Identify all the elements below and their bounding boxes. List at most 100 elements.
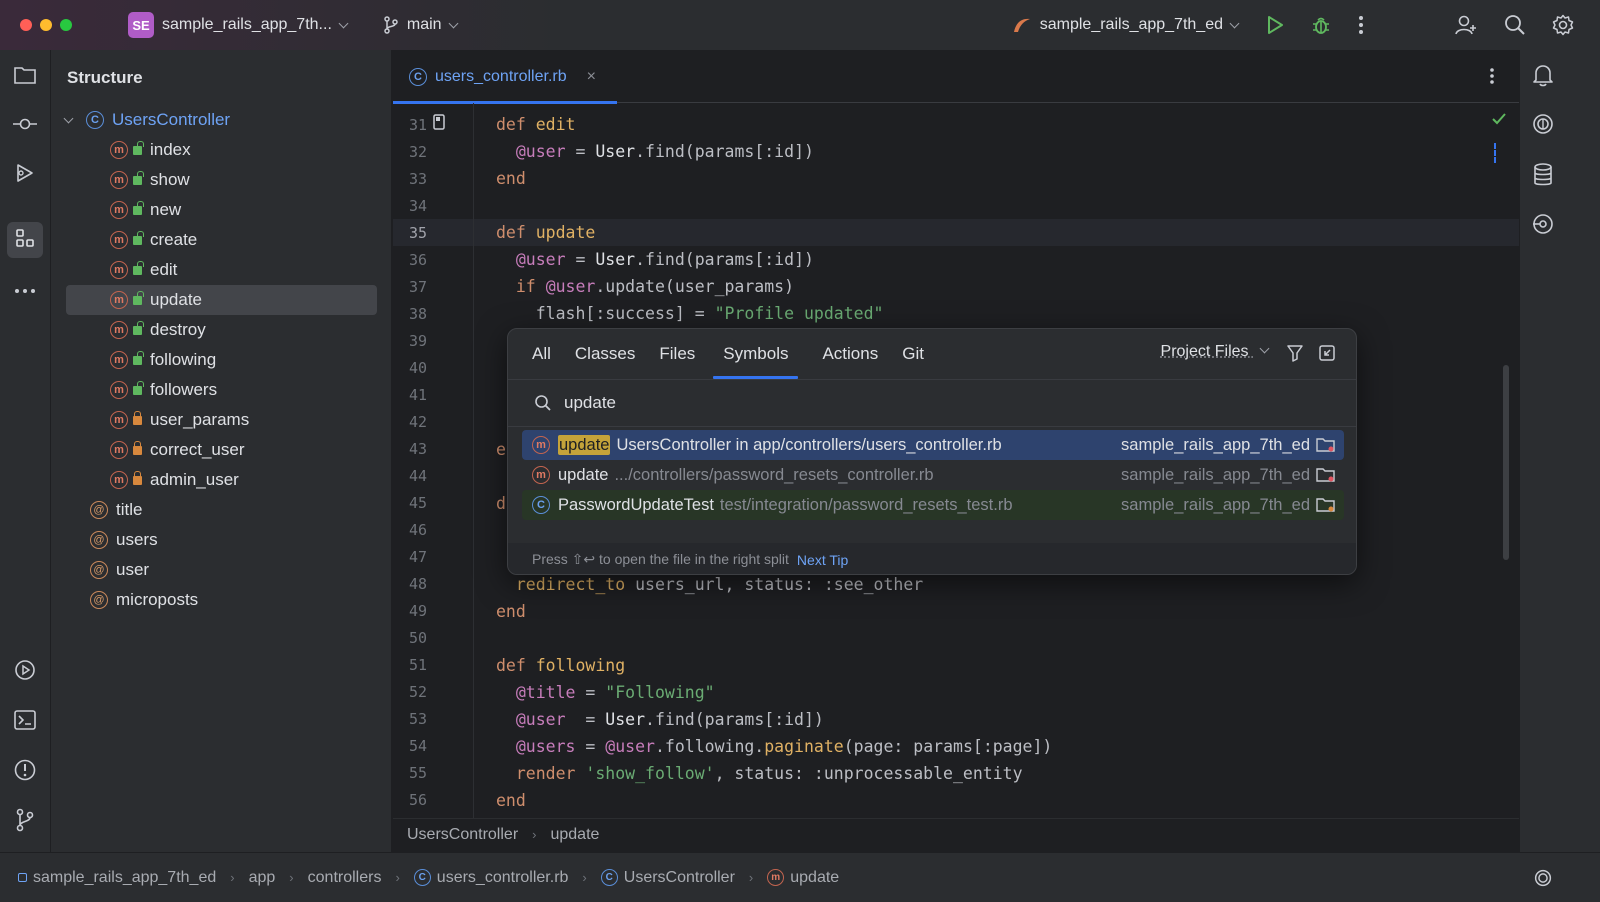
- gear-icon[interactable]: [1552, 14, 1574, 36]
- problems-tool-button[interactable]: [7, 754, 43, 790]
- structure-item-new[interactable]: m new: [110, 195, 181, 225]
- tab-classes[interactable]: Classes: [575, 329, 635, 379]
- add-user-icon[interactable]: [1454, 13, 1478, 37]
- tab-label: users_controller.rb: [435, 67, 567, 85]
- pull-requests-tool-button[interactable]: [7, 157, 43, 193]
- code-line-35: def update: [496, 223, 596, 242]
- line-number: 51: [408, 656, 427, 674]
- more-horizontal-icon: [14, 281, 36, 299]
- result-project: sample_rails_app_7th_ed: [1121, 435, 1310, 454]
- private-lock-icon: [133, 410, 142, 425]
- filter-icon[interactable]: [1286, 344, 1304, 362]
- public-lock-icon: [133, 385, 142, 395]
- more-vertical-icon[interactable]: [1358, 15, 1364, 35]
- structure-item-update[interactable]: m update: [66, 285, 377, 315]
- database-icon[interactable]: [1533, 163, 1553, 187]
- vertical-scrollbar[interactable]: [1503, 365, 1509, 560]
- endpoints-icon[interactable]: [1532, 213, 1554, 235]
- zoom-window-button[interactable]: [60, 19, 72, 31]
- run-icon[interactable]: [1266, 15, 1284, 35]
- tree-root[interactable]: C UsersController: [63, 108, 230, 132]
- result-project: sample_rails_app_7th_ed: [1121, 495, 1310, 514]
- structure-item-title[interactable]: @ title: [90, 495, 142, 525]
- tab-files[interactable]: Files: [659, 329, 695, 379]
- status-crumb-method[interactable]: update: [790, 869, 839, 887]
- public-lock-icon: [133, 235, 142, 245]
- close-icon[interactable]: ×: [587, 68, 596, 86]
- open-in-window-icon[interactable]: [1318, 344, 1336, 362]
- status-crumb-project[interactable]: sample_rails_app_7th_ed: [33, 869, 216, 887]
- method-icon: m: [110, 231, 128, 249]
- breadcrumb-class[interactable]: UsersController: [407, 826, 518, 844]
- tab-users-controller[interactable]: C users_controller.rb ×: [393, 50, 617, 104]
- method-icon: m: [532, 466, 550, 484]
- minimize-window-button[interactable]: [40, 19, 52, 31]
- chevron-down-icon[interactable]: [63, 113, 74, 123]
- tab-all[interactable]: All: [532, 329, 551, 379]
- bookmark-icon[interactable]: [433, 114, 445, 130]
- search-result-item[interactable]: m update .../controllers/password_resets_c…: [522, 460, 1344, 490]
- structure-item-microposts[interactable]: @ microposts: [90, 585, 198, 615]
- popup-search-bar: [508, 379, 1356, 427]
- search-icon[interactable]: [1504, 14, 1526, 36]
- branch-selector[interactable]: main: [383, 16, 459, 34]
- structure-item-correct-user[interactable]: m correct_user: [110, 435, 244, 465]
- search-icon: [534, 394, 552, 412]
- change-marker: [1494, 143, 1496, 163]
- structure-item-users[interactable]: @ users: [90, 525, 158, 555]
- notifications-icon[interactable]: [1532, 63, 1554, 87]
- structure-item-admin-user[interactable]: m admin_user: [110, 465, 239, 495]
- terminal-tool-button[interactable]: [7, 704, 43, 740]
- structure-item-following[interactable]: m following: [110, 345, 216, 375]
- services-tool-button[interactable]: [7, 654, 43, 690]
- status-crumb-app[interactable]: app: [249, 869, 276, 887]
- git-tool-button[interactable]: [7, 804, 43, 840]
- structure-item-show[interactable]: m show: [110, 165, 190, 195]
- search-result-item[interactable]: m update UsersController in app/controller…: [522, 430, 1344, 460]
- search-input[interactable]: [564, 393, 1164, 413]
- code-line-37: if @user.update(user_params): [515, 277, 795, 296]
- method-icon: m: [110, 351, 128, 369]
- debug-icon[interactable]: [1310, 14, 1332, 36]
- search-result-item[interactable]: C PasswordUpdateTest test/integration/pass…: [522, 490, 1344, 520]
- ai-assistant-icon[interactable]: [1534, 869, 1552, 887]
- close-window-button[interactable]: [20, 19, 32, 31]
- structure-item-destroy[interactable]: m destroy: [110, 315, 206, 345]
- code-line-45: d: [496, 494, 506, 513]
- structure-item-followers[interactable]: m followers: [110, 375, 217, 405]
- tab-symbols[interactable]: Symbols: [713, 329, 799, 379]
- pull-request-icon: [14, 162, 36, 189]
- editor-breadcrumb: UsersController › update: [393, 818, 1519, 850]
- run-config-selector[interactable]: sample_rails_app_7th_ed: [1012, 16, 1240, 34]
- project-tool-button[interactable]: [7, 59, 43, 95]
- structure-item-user[interactable]: @ user: [90, 555, 149, 585]
- scope-selector[interactable]: Project Files: [1161, 343, 1270, 361]
- line-number: 32: [408, 143, 427, 161]
- ai-assistant-icon[interactable]: [1532, 113, 1554, 135]
- project-selector[interactable]: SE sample_rails_app_7th...: [72, 12, 349, 38]
- more-vertical-icon[interactable]: [1489, 67, 1495, 85]
- structure-item-edit[interactable]: m edit: [110, 255, 177, 285]
- tab-actions[interactable]: Actions: [822, 329, 878, 379]
- next-tip-link[interactable]: Next Tip: [797, 552, 848, 568]
- line-number: 36: [408, 251, 427, 269]
- problems-icon: [13, 758, 37, 787]
- commit-tool-button[interactable]: [7, 108, 43, 144]
- status-crumb-class[interactable]: UsersController: [624, 869, 735, 887]
- more-tools-button[interactable]: [7, 272, 43, 308]
- result-project: sample_rails_app_7th_ed: [1121, 465, 1310, 484]
- structure-tool-button[interactable]: [7, 222, 43, 258]
- status-crumb-controllers[interactable]: controllers: [308, 869, 382, 887]
- breadcrumb-method[interactable]: update: [550, 826, 599, 844]
- line-number: 43: [408, 440, 427, 458]
- structure-item-user-params[interactable]: m user_params: [110, 405, 249, 435]
- line-number: 54: [408, 737, 427, 755]
- private-lock-icon: [133, 470, 142, 485]
- code-line-51: def following: [496, 656, 626, 675]
- structure-item-label: following: [150, 350, 217, 369]
- method-icon: m: [767, 869, 785, 886]
- structure-item-create[interactable]: m create: [110, 225, 197, 255]
- structure-item-index[interactable]: m index: [110, 135, 191, 165]
- status-crumb-file[interactable]: users_controller.rb: [437, 869, 569, 887]
- tab-git[interactable]: Git: [902, 329, 924, 379]
